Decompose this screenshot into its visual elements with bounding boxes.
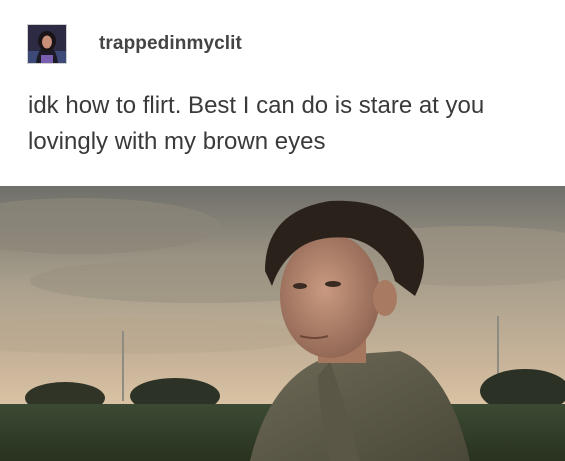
username[interactable]: trappedinmyclit: [99, 33, 242, 55]
photo-boy-staring: [0, 186, 565, 461]
tumblr-post: trappedinmyclit idk how to flirt. Best I…: [0, 0, 565, 461]
avatar[interactable]: [27, 24, 67, 64]
avatar-icon: [28, 25, 66, 63]
post-header: trappedinmyclit: [27, 24, 242, 64]
post-image: [0, 186, 565, 461]
post-text: idk how to flirt. Best I can do is stare…: [28, 92, 485, 155]
